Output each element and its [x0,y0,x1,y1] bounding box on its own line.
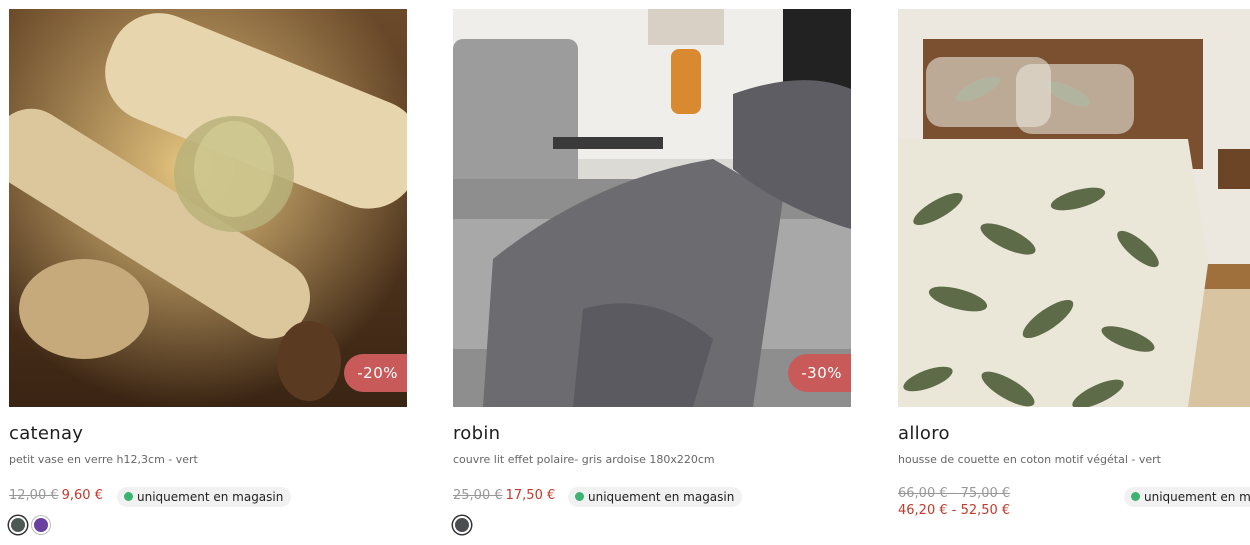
old-price: 25,00 € [453,488,503,503]
product-description: petit vase en verre h12,3cm - vert [9,453,198,466]
product-card-catenay[interactable]: -20% catenay petit vase en verre h12,3cm… [9,9,407,534]
product-card-robin[interactable]: -30% robin couvre lit effet polaire- gri… [453,9,851,534]
discount-badge: -20% [344,354,407,392]
color-swatch[interactable] [9,516,27,534]
availability-badge: uniquement en magasin [568,487,743,507]
product-card-alloro[interactable]: alloro housse de couette en coton motif … [898,9,1250,518]
product-image-alloro[interactable] [898,9,1250,407]
availability-label: uniquement en magasin [137,490,284,504]
availability-dot-icon [575,492,584,501]
product-photo [898,9,1250,407]
availability-label: uniquement en magasin [588,490,735,504]
sale-price: 17,50 € [505,488,556,503]
product-image-catenay[interactable]: -20% [9,9,407,407]
color-swatch[interactable] [32,516,50,534]
availability-badge: uniquement en magasin [1124,487,1250,507]
availability-label: uniquement en magasin [1144,490,1250,504]
color-swatches [9,516,55,538]
product-photo [9,9,407,407]
price: 66,00 € - 75,00 € 46,20 € - 52,50 € [898,485,1010,519]
product-name[interactable]: alloro [898,423,950,444]
product-description: housse de couette en coton motif végétal… [898,453,1161,466]
discount-badge: -30% [788,354,851,392]
product-name[interactable]: catenay [9,423,83,444]
product-image-robin[interactable]: -30% [453,9,851,407]
sale-price: 9,60 € [61,488,103,503]
availability-badge: uniquement en magasin [117,487,292,507]
color-swatches [453,516,476,538]
color-swatch[interactable] [453,516,471,534]
old-price: 12,00 € [9,488,59,503]
availability-dot-icon [1131,492,1140,501]
sale-price: 46,20 € - 52,50 € [898,503,1011,518]
product-photo [453,9,851,407]
product-name[interactable]: robin [453,423,500,444]
availability-dot-icon [124,492,133,501]
product-description: couvre lit effet polaire- gris ardoise 1… [453,453,715,466]
old-price: 66,00 € - 75,00 € [898,486,1011,501]
